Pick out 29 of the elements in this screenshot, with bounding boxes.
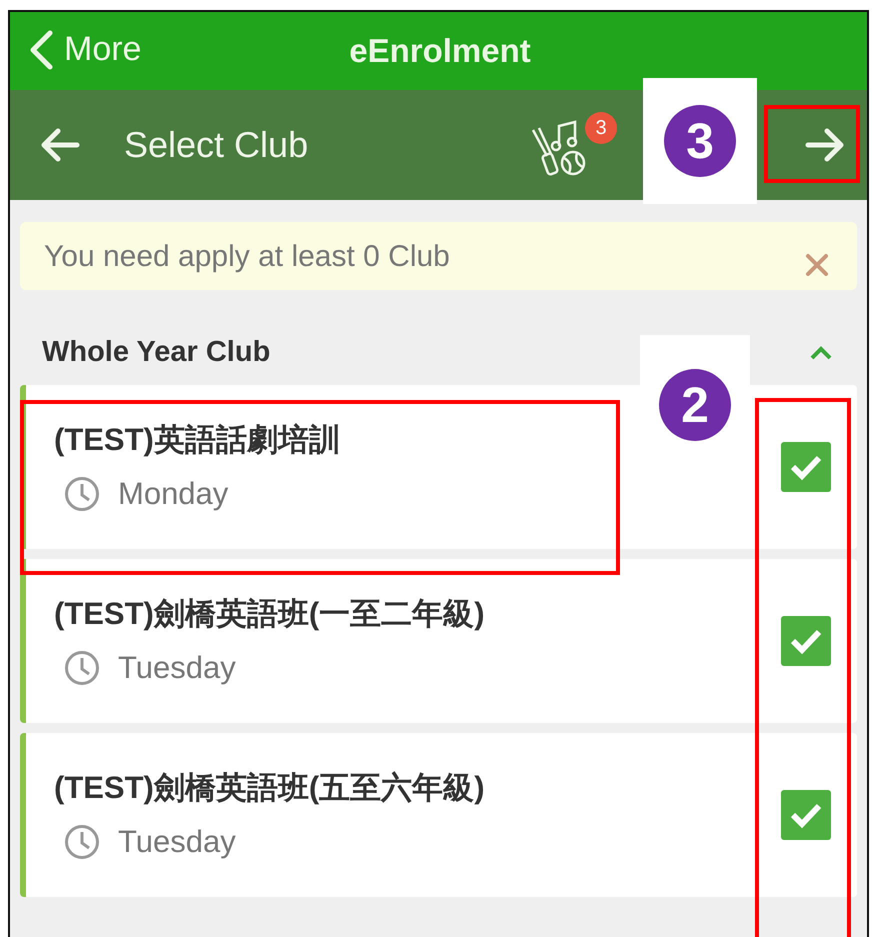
checkbox[interactable] — [781, 616, 831, 666]
chevron-left-icon — [28, 30, 54, 70]
checkbox[interactable] — [781, 790, 831, 840]
check-icon — [789, 627, 823, 655]
club-name: (TEST)劍橋英語班(一至二年級) — [54, 594, 485, 632]
close-button[interactable] — [805, 253, 829, 277]
section-title: Whole Year Club — [42, 334, 270, 370]
page-title: eEnrolment — [348, 31, 532, 71]
clock-icon — [64, 476, 100, 512]
back-button[interactable]: More — [28, 24, 142, 75]
collapse-button[interactable] — [809, 344, 833, 360]
clock-icon — [64, 824, 100, 860]
club-day: Tuesday — [118, 819, 236, 866]
check-icon — [789, 801, 823, 829]
next-arrow-button[interactable] — [805, 128, 845, 162]
step-number: 2 — [659, 369, 731, 441]
club-day: Monday — [118, 471, 228, 518]
activities-button[interactable]: 3 — [529, 112, 621, 182]
clock-icon — [64, 650, 100, 686]
club-day: Tuesday — [118, 645, 236, 692]
club-name: (TEST)英語話劇培訓 — [54, 420, 340, 458]
check-icon — [789, 453, 823, 481]
checkbox[interactable] — [781, 442, 831, 492]
notification-badge: 3 — [585, 112, 617, 144]
toolbar-title: Select Club — [124, 123, 308, 167]
club-name: (TEST)劍橋英語班(五至六年級) — [54, 768, 485, 806]
step-number: 3 — [664, 105, 736, 177]
alert-text: You need apply at least 0 Club — [44, 238, 450, 274]
back-arrow-button[interactable] — [40, 128, 80, 162]
